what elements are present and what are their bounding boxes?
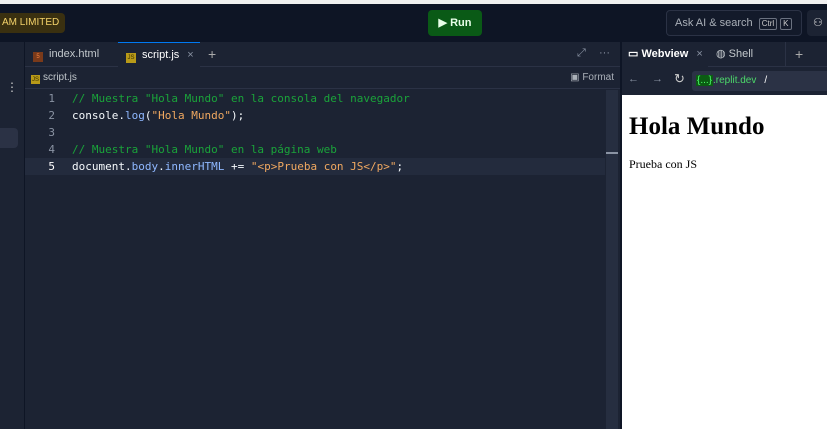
format-button[interactable]: ▣ Format <box>570 67 614 89</box>
code-line[interactable]: 3 <box>25 124 605 141</box>
reload-icon[interactable]: ↻ <box>674 71 685 87</box>
add-tab-button[interactable]: + <box>795 46 803 62</box>
forward-icon[interactable]: → <box>652 73 663 85</box>
tab-webview[interactable]: ▭ Webview × <box>622 42 708 67</box>
js-file-icon: JS <box>31 75 40 84</box>
code-text: document.body.innerHTML += "<p>Prueba co… <box>72 158 403 175</box>
kbd-ctrl: Ctrl <box>758 18 778 30</box>
team-badge[interactable]: AM LIMITED <box>0 13 66 33</box>
preview-tabs: ▭ Webview × ◍ Shell + <box>622 42 827 67</box>
tab-label: index.html <box>49 48 100 60</box>
code-token: += <box>224 160 251 173</box>
code-token: log <box>124 109 145 122</box>
tab-label: Shell <box>728 48 754 60</box>
editor-scrollbar[interactable] <box>606 90 618 429</box>
line-number: 2 <box>48 109 55 122</box>
ask-ai-search-button[interactable]: Ask AI & search Ctrl K <box>666 10 802 36</box>
line-number: 1 <box>48 92 55 105</box>
page-heading: Hola Mundo <box>629 113 765 140</box>
tab-index-html[interactable]: 5 index.html <box>25 42 117 67</box>
more-vertical-icon[interactable]: ⋮ <box>6 80 18 94</box>
play-icon: ▶ <box>438 17 451 29</box>
code-line[interactable]: 2 console.log("Hola Mundo"); <box>25 107 605 124</box>
tab-label: script.js <box>142 49 180 61</box>
code-token: // Muestra "Hola Mundo" en la consola de… <box>72 92 410 105</box>
code-token: ; <box>396 160 404 173</box>
search-label: Ask AI & search <box>675 17 753 29</box>
code-token: . <box>158 160 165 173</box>
editor-tabs: 5 index.html JS script.js × + ⤢ ··· <box>25 42 620 67</box>
scrollbar-thumb[interactable] <box>606 152 618 154</box>
url-domain-token: {...} <box>696 75 714 86</box>
js-file-icon: JS <box>126 53 136 63</box>
url-host: .replit.dev <box>713 75 757 86</box>
line-number: 4 <box>48 143 55 156</box>
user-plus-icon: ⚇ <box>813 17 823 29</box>
format-label: Format <box>582 72 614 83</box>
code-line[interactable]: 4 // Muestra "Hola Mundo" en la página we… <box>25 141 605 158</box>
kbd-k: K <box>780 18 792 30</box>
code-text: console.log("Hola Mundo"); <box>72 107 244 124</box>
sidebar <box>0 42 24 429</box>
code-token: ); <box>230 109 245 122</box>
code-token: "Hola Mundo" <box>151 109 231 122</box>
code-token: document. <box>72 160 132 173</box>
tab-shell[interactable]: ◍ Shell <box>710 42 786 67</box>
code-text: // Muestra "Hola Mundo" en la página web <box>72 141 337 158</box>
sidebar-selected-item[interactable] <box>0 128 18 148</box>
line-number: 5 <box>48 160 55 173</box>
code-token: "<p>Prueba con JS</p>" <box>250 160 397 173</box>
url-path: / <box>764 75 768 86</box>
html-file-icon: 5 <box>33 52 43 62</box>
breadcrumb-file[interactable]: script.js <box>43 72 77 83</box>
breadcrumb: JS script.js ▣ Format <box>25 67 620 89</box>
tab-label: Webview <box>641 48 689 60</box>
tab-script-js[interactable]: JS script.js × <box>118 42 200 67</box>
close-tab-icon[interactable]: × <box>187 49 193 61</box>
run-button[interactable]: ▶ Run <box>428 10 482 36</box>
line-number: 3 <box>48 126 55 139</box>
code-token: console. <box>72 109 125 122</box>
code-token: innerHTML <box>164 160 225 173</box>
code-line[interactable]: 5 document.body.innerHTML += "<p>Prueba c… <box>25 158 605 175</box>
add-tab-button[interactable]: + <box>208 46 216 62</box>
url-field[interactable]: {...}.replit.dev / <box>692 71 827 91</box>
format-icon: ▣ <box>570 72 583 83</box>
maximize-icon[interactable]: ⤢ <box>577 47 586 60</box>
code-text: // Muestra "Hola Mundo" en la consola de… <box>72 90 410 107</box>
webview-content: Hola Mundo Prueba con JS <box>622 95 827 429</box>
code-token: body <box>131 160 159 173</box>
code-token: // Muestra "Hola Mundo" en la página web <box>72 143 337 156</box>
monitor-icon: ▭ <box>628 48 642 60</box>
run-label: Run <box>450 17 472 29</box>
more-options-button[interactable]: ··· <box>599 47 610 59</box>
page-paragraph: Prueba con JS <box>629 157 697 171</box>
invite-user-button[interactable]: ⚇ <box>807 10 827 36</box>
close-tab-icon[interactable]: × <box>696 48 702 60</box>
code-line[interactable]: 1 // Muestra "Hola Mundo" en la consola d… <box>25 90 605 107</box>
code-area[interactable]: 1 // Muestra "Hola Mundo" en la consola d… <box>25 90 605 175</box>
back-icon[interactable]: ← <box>628 73 639 85</box>
shell-icon: ◍ <box>716 48 729 60</box>
